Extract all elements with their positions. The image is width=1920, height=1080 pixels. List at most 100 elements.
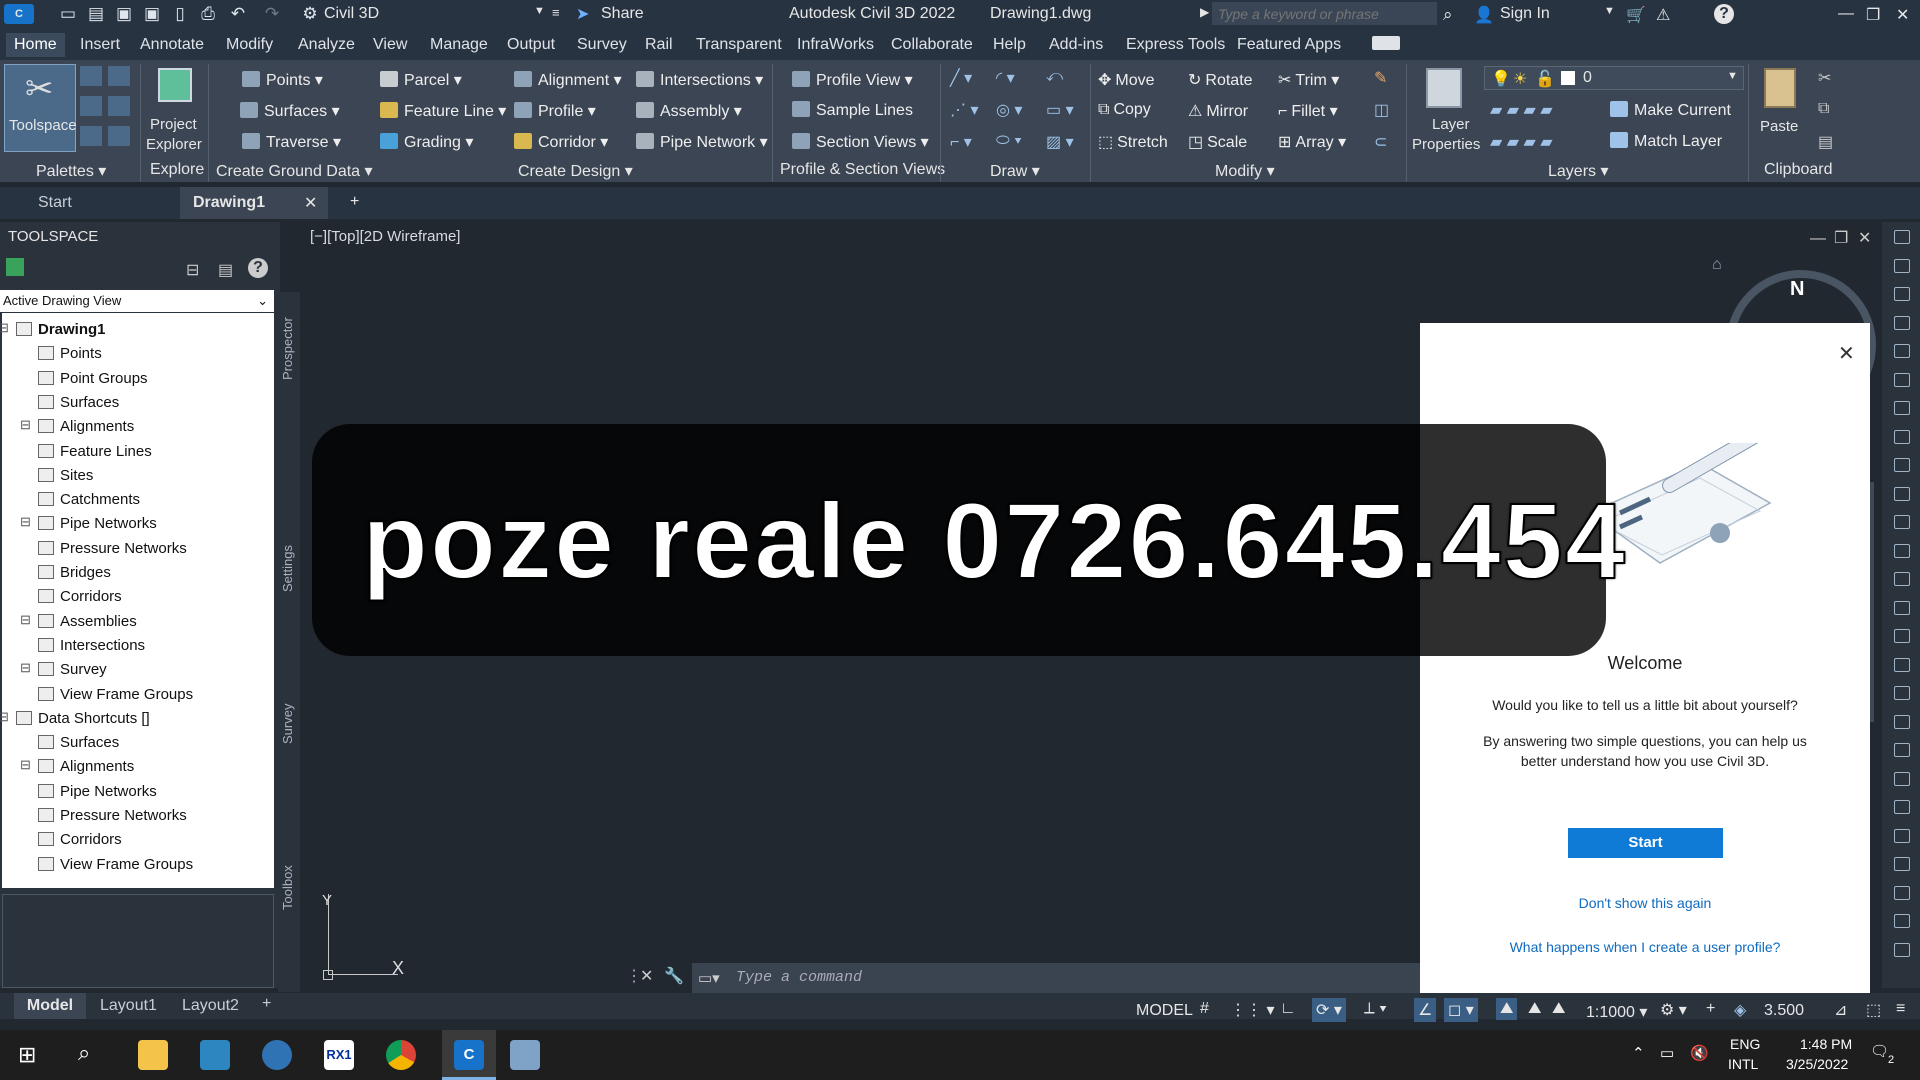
tool-strip-icon[interactable] <box>1894 258 1910 273</box>
tab-express-tools[interactable]: Express Tools <box>1126 36 1225 54</box>
offset-icon[interactable]: ⊂ <box>1374 132 1387 152</box>
tool-strip-icon[interactable] <box>1894 743 1910 757</box>
fullscreen-icon[interactable]: ⬚ <box>1866 1000 1881 1020</box>
panel-layers[interactable]: Layers ▾ <box>1548 161 1609 181</box>
tab-settings[interactable]: Settings <box>280 545 295 592</box>
tree-item[interactable]: ⊟ Data Shortcuts [] <box>0 709 150 727</box>
palette-icon-4[interactable] <box>108 96 130 116</box>
traverse-button[interactable]: Traverse ▾ <box>242 132 341 152</box>
tab-drawing1[interactable]: Drawing1 ✕ <box>180 187 328 219</box>
tool-strip-icon[interactable] <box>1894 686 1910 700</box>
help-icon[interactable]: ? <box>248 258 268 278</box>
language-1[interactable]: ENG <box>1730 1036 1760 1052</box>
tab-close-icon[interactable]: ✕ <box>304 193 317 213</box>
customize-qat-icon[interactable]: ≡ <box>552 5 560 20</box>
profile-view-button[interactable]: Profile View ▾ <box>792 70 913 90</box>
tree-item[interactable]: Catchments <box>38 491 140 508</box>
save-icon[interactable]: ▣ <box>114 4 134 24</box>
minimize-icon[interactable]: — <box>1838 5 1854 23</box>
tool-strip-icon[interactable] <box>1894 401 1910 415</box>
command-close-icon[interactable]: ✕ <box>640 966 653 986</box>
array-button[interactable]: ⊞ Array ▾ <box>1278 132 1346 152</box>
cut-icon[interactable]: ✂ <box>1818 68 1831 88</box>
view-select[interactable]: Active Drawing View ⌄ <box>0 290 274 312</box>
tab-collaborate[interactable]: Collaborate <box>891 36 973 54</box>
expand-toggle-icon[interactable]: ⊟ <box>20 514 31 530</box>
viewport-minimize-icon[interactable]: — <box>1810 230 1826 248</box>
copy-clip-icon[interactable]: ⧉ <box>1818 100 1829 118</box>
tool-strip-icon[interactable] <box>1894 458 1910 472</box>
tree-item[interactable]: Points <box>38 345 102 362</box>
tab-infraworks[interactable]: InfraWorks <box>797 36 874 54</box>
tree-item[interactable]: ⊟ Pipe Networks <box>20 514 157 532</box>
parcel-button[interactable]: Parcel ▾ <box>380 70 462 90</box>
tree-item[interactable]: View Frame Groups <box>38 856 193 873</box>
notification-icon[interactable]: 🗨 <box>1870 1042 1889 1060</box>
points-button[interactable]: Points ▾ <box>242 70 323 90</box>
language-2[interactable]: INTL <box>1728 1056 1758 1072</box>
redo-icon[interactable]: ↷ <box>262 4 282 24</box>
workspace-select[interactable]: Civil 3D <box>324 5 379 23</box>
app-logo-icon[interactable]: C <box>4 4 34 24</box>
layer-properties-button[interactable]: Layer Properties <box>1410 66 1480 156</box>
ellipse-icon[interactable]: ⬭ ▾ <box>996 132 1022 150</box>
tree-item[interactable]: ⊟ Assemblies <box>20 612 137 630</box>
section-views-button[interactable]: Section Views ▾ <box>792 132 929 152</box>
tree-item[interactable]: View Frame Groups <box>38 686 193 703</box>
app-icon-3[interactable] <box>262 1040 292 1070</box>
scale-button[interactable]: ◳ Scale <box>1188 132 1247 152</box>
point-icon[interactable]: ⋰ ▾ <box>950 100 978 120</box>
tool-strip-icon[interactable] <box>1894 600 1910 615</box>
tab-prospector[interactable]: Prospector <box>280 317 295 380</box>
tool-strip-icon[interactable] <box>1894 230 1910 244</box>
tree-item[interactable]: ⊟ Drawing1 <box>0 320 106 338</box>
maximize-icon[interactable]: ❐ <box>1866 5 1880 25</box>
circle-icon[interactable]: ◎ ▾ <box>996 100 1022 120</box>
tool-strip-icon[interactable] <box>1894 629 1910 643</box>
line-icon[interactable]: ╱ ▾ <box>950 68 972 88</box>
expand-toggle-icon[interactable]: ⊟ <box>0 320 9 336</box>
tree-item[interactable]: ⊟ Alignments <box>20 757 134 775</box>
new-file-icon[interactable]: ▭ <box>58 4 78 24</box>
open-folder-icon[interactable]: ▤ <box>86 4 106 24</box>
tool-strip-icon[interactable] <box>1894 344 1910 358</box>
alignment-button[interactable]: Alignment ▾ <box>514 70 622 90</box>
mirror-button[interactable]: ⚠ Mirror <box>1188 101 1248 121</box>
polyline-icon[interactable]: ⤺ <box>1046 68 1063 86</box>
tree-item[interactable]: Surfaces <box>38 394 119 411</box>
isolate-icon[interactable]: ⊿ <box>1834 1000 1847 1020</box>
rectangle-icon[interactable]: ▭ ▾ <box>1046 100 1074 120</box>
tab-add-ins[interactable]: Add-ins <box>1049 36 1103 54</box>
tool-strip-icon[interactable] <box>1894 515 1910 529</box>
profile-button[interactable]: Profile ▾ <box>514 101 596 121</box>
tool-strip-icon[interactable] <box>1894 857 1910 871</box>
tab-help[interactable]: Help <box>993 36 1026 54</box>
civil3d-taskbar-button[interactable]: C <box>442 1030 496 1080</box>
annotation-autoscale-icon[interactable]: ⛰ <box>1528 1000 1541 1018</box>
viewport-restore-icon[interactable]: ❐ <box>1834 228 1848 248</box>
tree-item[interactable]: Pressure Networks <box>38 807 187 824</box>
erase-icon[interactable]: ✎ <box>1374 68 1387 88</box>
pipe-network-button[interactable]: Pipe Network ▾ <box>636 132 768 152</box>
sign-in-chevron-icon[interactable]: ▼ <box>1604 5 1615 17</box>
palette-gear-icon[interactable] <box>108 66 130 86</box>
tree-item[interactable]: Pipe Networks <box>38 783 157 800</box>
tab-start[interactable]: Start <box>38 194 72 212</box>
app-icon-2[interactable] <box>200 1040 230 1070</box>
annotation-scale-icon[interactable]: ⛰ <box>1552 1000 1565 1018</box>
tab-analyze[interactable]: Analyze <box>298 36 355 54</box>
tab-manage[interactable]: Manage <box>430 36 488 54</box>
help-icon[interactable]: ? <box>1714 4 1734 24</box>
elevation-value[interactable]: 3.500 <box>1764 1002 1804 1020</box>
sign-in-button[interactable]: Sign In <box>1500 5 1550 23</box>
plus-icon[interactable]: + <box>1706 1000 1715 1018</box>
tab-insert[interactable]: Insert <box>80 36 120 54</box>
tab-annotate[interactable]: Annotate <box>140 36 204 54</box>
rotate-button[interactable]: ↻ Rotate <box>1188 70 1253 90</box>
paint-icon[interactable] <box>510 1040 540 1070</box>
stretch-button[interactable]: ⬚ Stretch <box>1098 132 1168 152</box>
elevation-icon[interactable]: ◈ <box>1734 1000 1746 1020</box>
tool-strip-icon[interactable] <box>1894 543 1910 558</box>
tab-view[interactable]: View <box>373 36 407 54</box>
annotation-visibility-icon[interactable]: ⛰ <box>1496 998 1518 1020</box>
